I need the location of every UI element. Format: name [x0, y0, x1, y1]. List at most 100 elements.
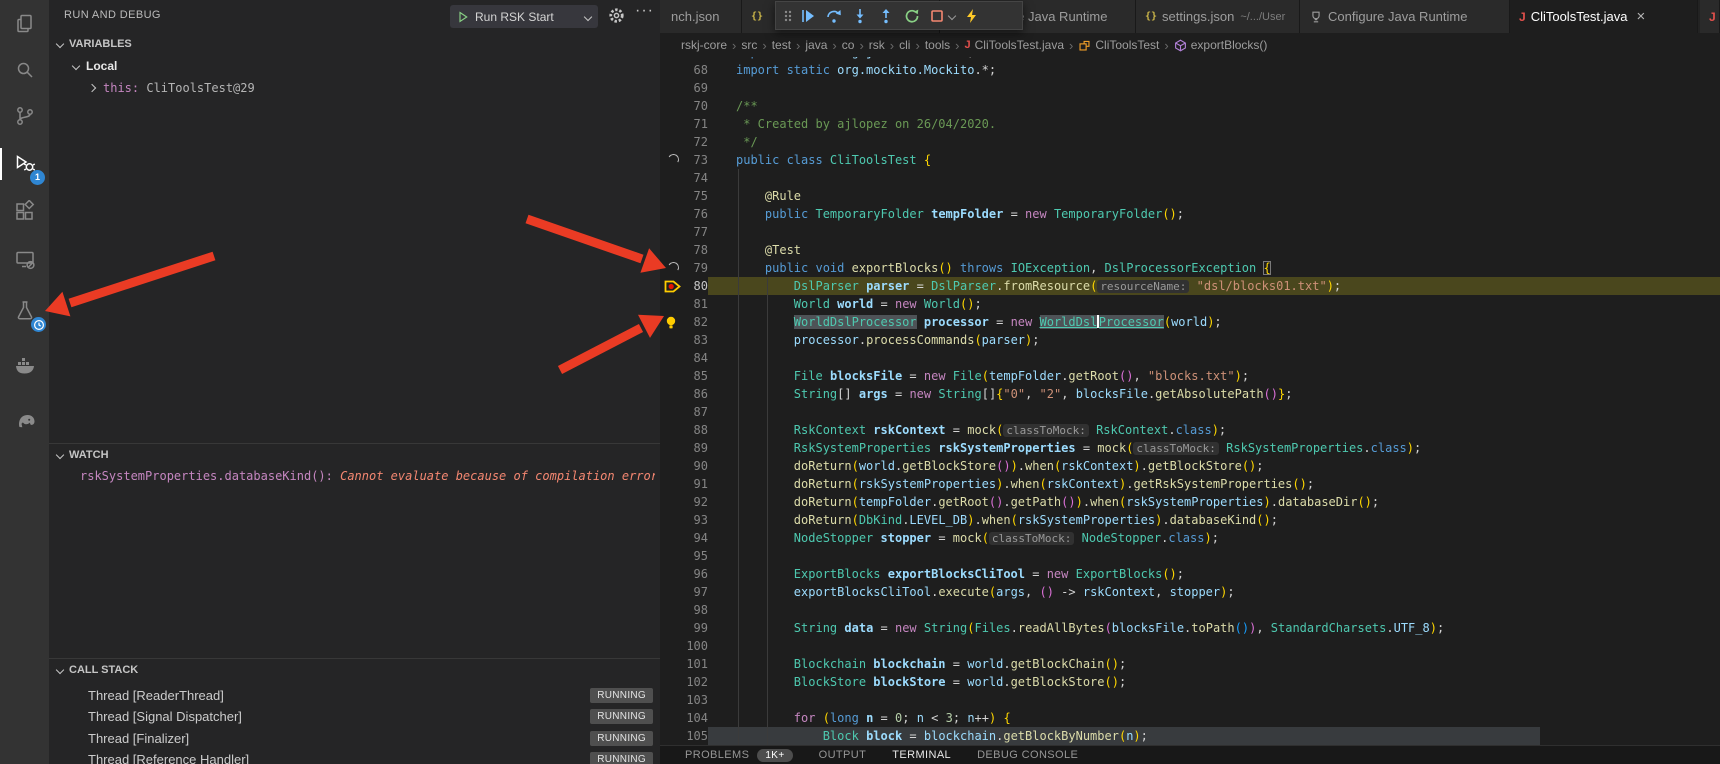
code-line-83[interactable]: 83 processor.processCommands(parser); [660, 331, 1720, 349]
panel-tab-terminal[interactable]: TERMINAL [892, 749, 951, 761]
watch-section-header[interactable]: WATCH [49, 443, 660, 465]
breakpoint-gutter[interactable] [664, 79, 684, 97]
breakpoint-gutter[interactable] [664, 547, 684, 565]
code-line-69[interactable]: 69 [660, 79, 1720, 97]
stop-dropdown-chevron-icon[interactable] [948, 11, 956, 19]
gradle-icon[interactable] [0, 396, 49, 444]
code-line-96[interactable]: 96 ExportBlocks exportBlocksCliTool = ne… [660, 565, 1720, 583]
breadcrumb-item-rskj-core[interactable]: rskj-core [681, 38, 727, 52]
breakpoint-gutter[interactable] [664, 241, 684, 259]
breakpoint-gutter[interactable] [664, 331, 684, 349]
code-line-81[interactable]: 81 World world = new World(); [660, 295, 1720, 313]
panel-tab-output[interactable]: OUTPUT [819, 749, 867, 761]
code-line-80[interactable]: 80 DslParser parser = DslParser.fromReso… [660, 277, 1720, 295]
breakpoint-gutter[interactable] [664, 385, 684, 403]
breakpoint-gutter[interactable] [664, 601, 684, 619]
code-line-100[interactable]: 100 [660, 637, 1720, 655]
code-line-75[interactable]: 75 @Rule [660, 187, 1720, 205]
restart-icon[interactable] [899, 3, 925, 29]
call-stack-thread[interactable]: Thread [Finalizer]RUNNING [49, 727, 660, 749]
code-line-103[interactable]: 103 [660, 691, 1720, 709]
breakpoint-gutter[interactable] [664, 421, 684, 439]
variables-scope-local[interactable]: Local [49, 55, 660, 77]
breakpoint-gutter[interactable] [664, 583, 684, 601]
start-debug-icon[interactable] [457, 11, 469, 23]
breakpoint-gutter[interactable] [664, 691, 684, 709]
breakpoint-gutter[interactable] [664, 511, 684, 529]
breakpoint-gutter[interactable] [664, 457, 684, 475]
code-line-104[interactable]: 104 for (long n = 0; n < 3; n++) { [660, 709, 1720, 727]
breadcrumb-item-cli[interactable]: cli [899, 38, 910, 52]
code-line-73[interactable]: 73public class CliToolsTest { [660, 151, 1720, 169]
continue-icon[interactable] [795, 3, 821, 29]
close-icon[interactable]: × [1637, 8, 1646, 25]
breakpoint-gutter[interactable] [664, 259, 684, 277]
docker-icon[interactable] [0, 342, 49, 390]
testing-beaker-icon[interactable] [0, 287, 49, 335]
tab-nch.json[interactable]: nch.json [660, 0, 742, 33]
breadcrumb-item-exportBlocks()[interactable]: exportBlocks() [1174, 38, 1268, 52]
breakpoint-gutter[interactable] [664, 475, 684, 493]
code-line-97[interactable]: 97 exportBlocksCliTool.execute(args, () … [660, 583, 1720, 601]
breadcrumb-item-java[interactable]: java [805, 38, 827, 52]
code-line-92[interactable]: 92 doReturn(tempFolder.getRoot().getPath… [660, 493, 1720, 511]
code-line-98[interactable]: 98 [660, 601, 1720, 619]
breakpoint-gutter[interactable] [664, 709, 684, 727]
breakpoint-gutter[interactable] [664, 367, 684, 385]
toolbar-drag-handle[interactable] [781, 3, 795, 29]
code-line-95[interactable]: 95 [660, 547, 1720, 565]
code-line-88[interactable]: 88 RskContext rskContext = mock(classToM… [660, 421, 1720, 439]
step-over-icon[interactable] [821, 3, 847, 29]
code-line-89[interactable]: 89 RskSystemProperties rskSystemProperti… [660, 439, 1720, 457]
breakpoint-gutter[interactable] [664, 151, 684, 169]
launch-configuration-dropdown[interactable]: Run RSK Start [450, 5, 598, 28]
code-line-101[interactable]: 101 Blockchain blockchain = world.getBlo… [660, 655, 1720, 673]
step-into-icon[interactable] [847, 3, 873, 29]
call-stack-thread[interactable]: Thread [Reference Handler]RUNNING [49, 749, 660, 764]
lightbulb-icon[interactable] [664, 315, 678, 330]
tab-settings.json[interactable]: {}settings.json~/.../User [1136, 0, 1300, 33]
run-and-debug-icon[interactable]: 1 [0, 140, 49, 188]
breadcrumb-item-CliToolsTest.java[interactable]: JCliToolsTest.java [965, 38, 1065, 52]
breakpoint-gutter[interactable] [664, 439, 684, 457]
code-line-94[interactable]: 94 NodeStopper stopper = mock(classToMoc… [660, 529, 1720, 547]
code-line-87[interactable]: 87 [660, 403, 1720, 421]
stop-icon[interactable] [925, 3, 959, 29]
breakpoint-gutter[interactable] [664, 115, 684, 133]
call-stack-thread[interactable]: Thread [ReaderThread]RUNNING [49, 684, 660, 706]
variable-this[interactable]: this: CliToolsTest@29 [49, 77, 660, 99]
breakpoint-gutter[interactable] [664, 493, 684, 511]
code-line-78[interactable]: 78 @Test [660, 241, 1720, 259]
variables-section-header[interactable]: VARIABLES [49, 33, 660, 55]
breakpoint-gutter[interactable] [664, 169, 684, 187]
breakpoint-gutter[interactable] [664, 673, 684, 691]
call-stack-section-header[interactable]: CALL STACK [49, 658, 660, 680]
breakpoint-gutter[interactable] [664, 637, 684, 655]
code-line-91[interactable]: 91 doReturn(rskSystemProperties).when(rs… [660, 475, 1720, 493]
code-line-86[interactable]: 86 String[] args = new String[]{"0", "2"… [660, 385, 1720, 403]
watch-expression-row[interactable]: rskSystemProperties.databaseKind(): Cann… [49, 465, 660, 487]
breadcrumb-item-CliToolsTest[interactable]: CliToolsTest [1078, 38, 1159, 52]
code-line-74[interactable]: 74 [660, 169, 1720, 187]
tab-CliToolsTest.java[interactable]: JCliToolsTest.java× [1510, 0, 1698, 33]
debug-settings-gear-icon[interactable] [608, 7, 625, 29]
breakpoint-gutter[interactable] [664, 187, 684, 205]
breakpoint-gutter[interactable] [664, 277, 684, 295]
code-line-71[interactable]: 71 * Created by ajlopez on 26/04/2020. [660, 115, 1720, 133]
code-line-70[interactable]: 70/** [660, 97, 1720, 115]
step-out-icon[interactable] [873, 3, 899, 29]
code-line-102[interactable]: 102 BlockStore blockStore = world.getBlo… [660, 673, 1720, 691]
tab-hidden-6[interactable]: J [1700, 0, 1720, 33]
more-actions-icon[interactable]: ··· [635, 2, 654, 20]
code-line-68[interactable]: 68import static org.mockito.Mockito.*; [660, 61, 1720, 79]
code-line-72[interactable]: 72 */ [660, 133, 1720, 151]
breakpoint-gutter[interactable] [664, 403, 684, 421]
breakpoint-gutter[interactable] [664, 61, 684, 79]
breakpoint-gutter[interactable] [664, 295, 684, 313]
breadcrumb-item-src[interactable]: src [741, 38, 757, 52]
breakpoint-gutter[interactable] [664, 223, 684, 241]
code-line-99[interactable]: 99 String data = new String(Files.readAl… [660, 619, 1720, 637]
explorer-icon[interactable] [0, 0, 49, 48]
breakpoint-gutter[interactable] [664, 529, 684, 547]
code-line-90[interactable]: 90 doReturn(world.getBlockStore()).when(… [660, 457, 1720, 475]
